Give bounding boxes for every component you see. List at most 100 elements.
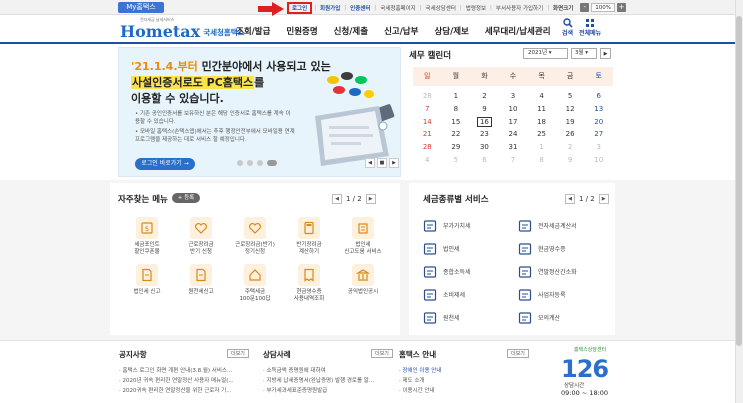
- calendar-day[interactable]: 22: [442, 128, 471, 141]
- favorite-register-button[interactable]: + 등록: [172, 193, 200, 203]
- calendar-day[interactable]: 7: [413, 103, 442, 116]
- favorite-item[interactable]: $ 세금포인트 할인쿠폰몰: [120, 217, 174, 256]
- gnb-item-5[interactable]: 세무대리/납세관리: [477, 25, 559, 37]
- calendar-day[interactable]: 23: [470, 128, 499, 141]
- tax-service-item[interactable]: 부가가치세: [423, 218, 518, 233]
- util-link-7[interactable]: 화면크기: [551, 4, 575, 12]
- banner-next-button[interactable]: ▶: [389, 158, 399, 168]
- banner-indicator-dot[interactable]: [237, 160, 243, 166]
- list-item[interactable]: 지방세 납세증명서(완납증명) 발행 경로를 알...: [263, 376, 393, 386]
- favorite-item[interactable]: 법인세 신고: [120, 264, 174, 303]
- consult-phone-number[interactable]: 126: [561, 355, 609, 383]
- calendar-day[interactable]: 5: [556, 90, 585, 103]
- calendar-day[interactable]: 15: [442, 116, 471, 129]
- util-link-4[interactable]: 국세상담센터: [424, 4, 458, 12]
- banner-prev-button[interactable]: ◀: [365, 158, 375, 168]
- cases-more-button[interactable]: 더보기: [371, 349, 393, 358]
- scrollbar-thumb[interactable]: [736, 16, 742, 346]
- tax-service-item[interactable]: 전자세금계산서: [518, 218, 613, 233]
- calendar-day[interactable]: 30: [470, 141, 499, 154]
- gnb-item-3[interactable]: 신고/납부: [376, 25, 426, 37]
- banner-indicator-dot[interactable]: [267, 160, 277, 166]
- calendar-day[interactable]: 19: [556, 116, 585, 129]
- list-item[interactable]: 이용시간 안내: [399, 386, 529, 396]
- banner-stop-button[interactable]: ■: [377, 158, 387, 168]
- calendar-day[interactable]: 20: [584, 116, 613, 129]
- calendar-day[interactable]: 4: [413, 154, 442, 167]
- calendar-day[interactable]: 12: [556, 103, 585, 116]
- calendar-day[interactable]: 25: [527, 128, 556, 141]
- hometax-logo[interactable]: Hometax 국세청홈택스: [120, 17, 245, 41]
- login-shortcut-button[interactable]: 로그인 바로가기 →: [135, 158, 195, 170]
- calendar-day[interactable]: 7: [499, 154, 528, 167]
- list-item[interactable]: 2020년 귀속 편리한 연말정산 사용자 매뉴얼(...: [119, 376, 249, 386]
- gnb-item-2[interactable]: 신청/제출: [326, 25, 376, 37]
- my-hometax-button[interactable]: My홈택스: [118, 2, 164, 13]
- calendar-day[interactable]: 14: [413, 116, 442, 129]
- calendar-day[interactable]: 3: [499, 90, 528, 103]
- calendar-day[interactable]: 6: [584, 90, 613, 103]
- util-link-0[interactable]: 로그인: [287, 1, 313, 14]
- list-item[interactable]: 부가세과세표준증명원발급: [263, 386, 393, 396]
- banner-indicator-dot[interactable]: [257, 160, 263, 166]
- search-button[interactable]: 검색: [562, 18, 573, 37]
- calendar-month-select[interactable]: 3월 ▾: [571, 48, 597, 59]
- tax-service-item[interactable]: 모의계산: [518, 310, 613, 325]
- favorite-item[interactable]: 공익법인공시: [336, 264, 390, 303]
- calendar-day[interactable]: 2: [556, 141, 585, 154]
- tax-prev-button[interactable]: ◀: [565, 194, 575, 204]
- calendar-day[interactable]: 16: [470, 116, 499, 129]
- util-link-2[interactable]: 인증센터: [348, 4, 372, 12]
- calendar-day[interactable]: 5: [442, 154, 471, 167]
- favorite-item[interactable]: 근로장려금(반기) 정기신청: [228, 217, 282, 256]
- calendar-day[interactable]: 18: [527, 116, 556, 129]
- calendar-day[interactable]: 28: [413, 141, 442, 154]
- calendar-day[interactable]: 17: [499, 116, 528, 129]
- calendar-day[interactable]: 1: [442, 90, 471, 103]
- gnb-item-4[interactable]: 상담/제보: [426, 25, 476, 37]
- util-link-3[interactable]: 국세청홈페이지: [378, 4, 417, 12]
- calendar-day[interactable]: 10: [499, 103, 528, 116]
- tax-next-button[interactable]: ▶: [598, 194, 609, 204]
- calendar-day[interactable]: 26: [556, 128, 585, 141]
- notice-more-button[interactable]: 더보기: [227, 349, 249, 358]
- list-item[interactable]: 홈택스 로그인 화면 개편 안내(3.8.월) 서비스...: [119, 366, 249, 376]
- calendar-next-button[interactable]: ▶: [600, 48, 611, 59]
- calendar-day[interactable]: 2: [470, 90, 499, 103]
- list-item[interactable]: 장애인 이용 안내: [399, 366, 529, 376]
- calendar-day[interactable]: 3: [584, 141, 613, 154]
- favorite-prev-button[interactable]: ◀: [332, 194, 342, 204]
- calendar-day[interactable]: 4: [527, 90, 556, 103]
- guide-more-button[interactable]: 더보기: [507, 349, 529, 358]
- all-menu-button[interactable]: 전체메뉴: [579, 18, 601, 37]
- tax-service-item[interactable]: 사업자등록: [518, 287, 613, 302]
- util-link-6[interactable]: 부서사용자 가입하기: [494, 4, 545, 12]
- calendar-day[interactable]: 10: [584, 154, 613, 167]
- calendar-day[interactable]: 27: [584, 128, 613, 141]
- favorite-item[interactable]: 반기장려금 계산하기: [282, 217, 336, 256]
- calendar-day[interactable]: 29: [442, 141, 471, 154]
- calendar-day[interactable]: 1: [527, 141, 556, 154]
- favorite-item[interactable]: 현금영수증 사용내역조회: [282, 264, 336, 303]
- calendar-day[interactable]: 13: [584, 103, 613, 116]
- calendar-day[interactable]: 31: [499, 141, 528, 154]
- calendar-day[interactable]: 9: [470, 103, 499, 116]
- favorite-item[interactable]: 원천세신고: [174, 264, 228, 303]
- zoom-out-button[interactable]: -: [580, 3, 590, 12]
- calendar-day[interactable]: 8: [442, 103, 471, 116]
- util-link-1[interactable]: 회원가입: [318, 4, 342, 12]
- list-item[interactable]: 소득금액 증명원에 대하여: [263, 366, 393, 376]
- tax-service-item[interactable]: 원천세: [423, 310, 518, 325]
- calendar-day[interactable]: 11: [527, 103, 556, 116]
- favorite-item[interactable]: 주택세금 100문100답: [228, 264, 282, 303]
- gnb-item-1[interactable]: 민원증명: [278, 25, 325, 37]
- calendar-day[interactable]: 21: [413, 128, 442, 141]
- calendar-year-select[interactable]: 2021년 ▾: [523, 48, 568, 59]
- favorite-item[interactable]: 근로장려금 반기 신청: [174, 217, 228, 256]
- tax-service-item[interactable]: 소비제세: [423, 287, 518, 302]
- banner-indicator-dot[interactable]: [247, 160, 253, 166]
- gnb-item-0[interactable]: 조회/발급: [228, 25, 278, 37]
- zoom-in-button[interactable]: +: [617, 3, 627, 12]
- calendar-day[interactable]: 6: [470, 154, 499, 167]
- list-item[interactable]: 2020귀속 편리한 연말정산을 위한 근로자 기...: [119, 386, 249, 396]
